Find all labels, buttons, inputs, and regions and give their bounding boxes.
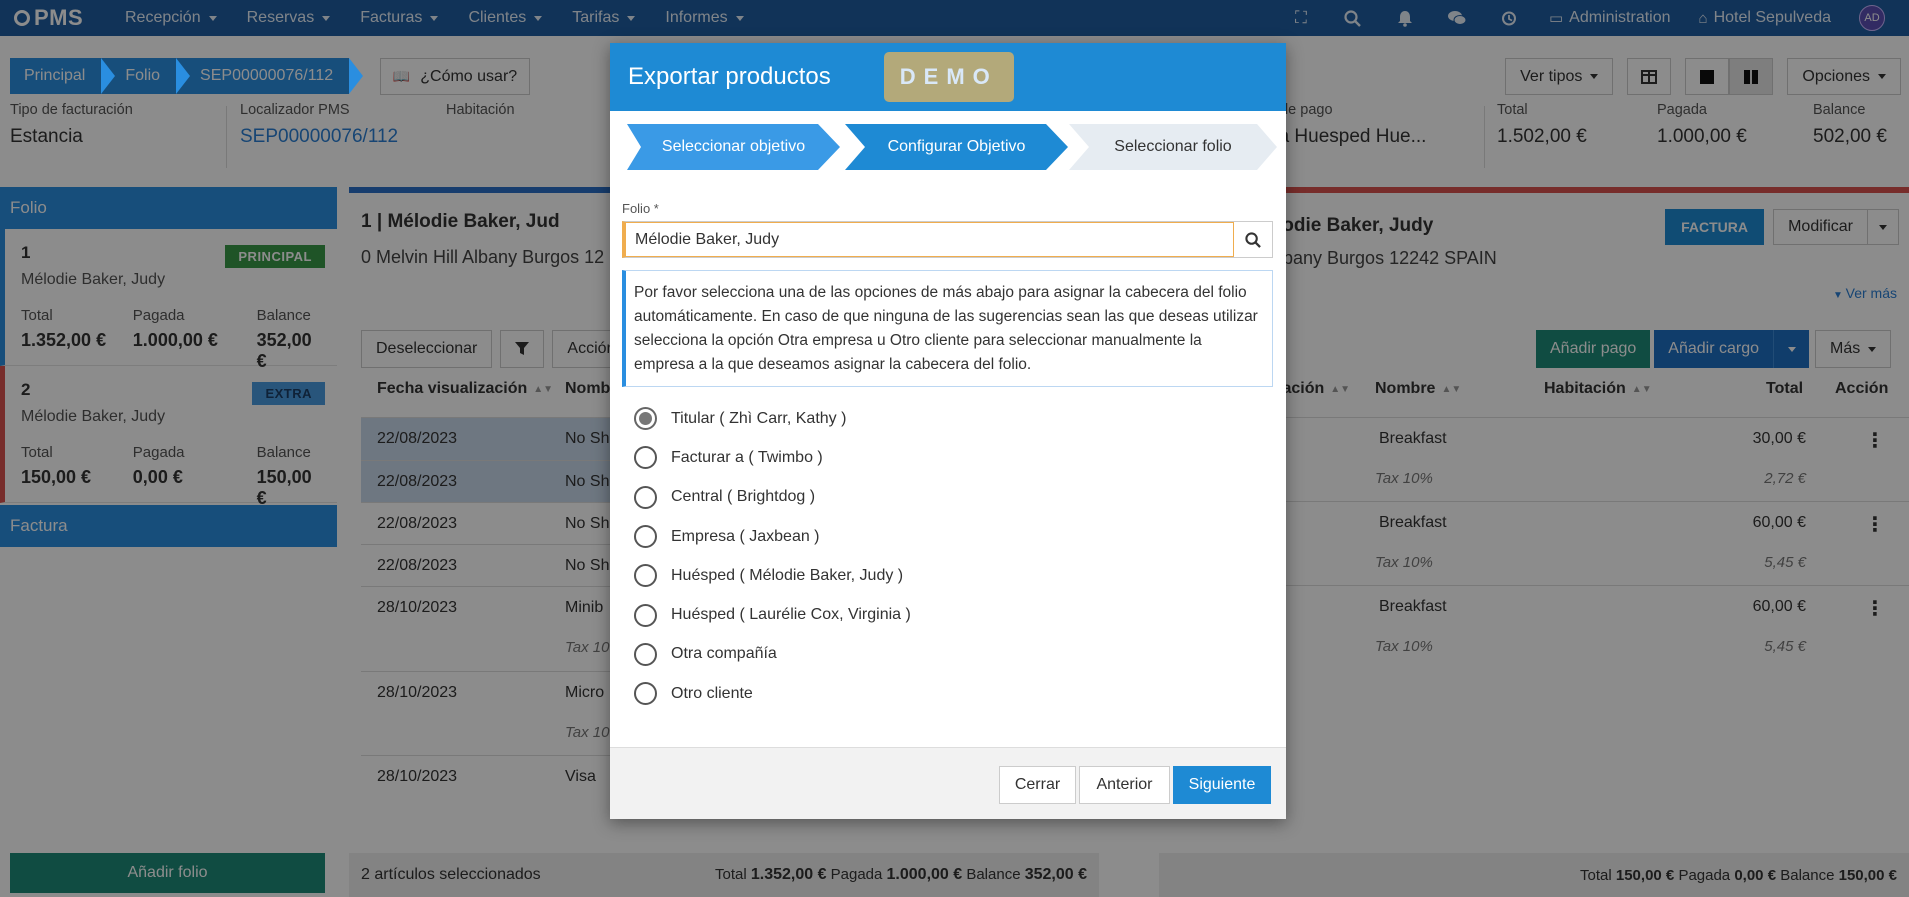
- option-facturar-a[interactable]: Facturar a ( Twimbo ): [634, 438, 911, 477]
- next-button[interactable]: Siguiente: [1173, 766, 1271, 804]
- radio-checked[interactable]: [634, 407, 657, 431]
- option-label: Central ( Brightdog ): [671, 488, 816, 506]
- search-icon: [1245, 231, 1261, 248]
- option-label: Huésped ( Mélodie Baker, Judy ): [671, 566, 904, 584]
- option-label: Empresa ( Jaxbean ): [671, 527, 820, 545]
- modal-title: Exportar productos: [628, 63, 831, 90]
- option-label: Facturar a ( Twimbo ): [671, 448, 823, 466]
- step-label: Seleccionar folio: [1114, 138, 1232, 155]
- option-otra-compania[interactable]: Otra compañía: [634, 635, 911, 674]
- option-central[interactable]: Central ( Brightdog ): [634, 478, 911, 517]
- radio[interactable]: [634, 642, 657, 666]
- info-notice: Por favor selecciona una de las opciones…: [622, 270, 1273, 387]
- option-label: Otro cliente: [671, 684, 753, 702]
- close-button[interactable]: Cerrar: [999, 766, 1076, 804]
- folio-field: Mélodie Baker, Judy: [622, 221, 1273, 258]
- radio[interactable]: [634, 485, 657, 509]
- modal-header: Exportar productos DEMO: [610, 43, 1286, 111]
- modal-footer: Cerrar Anterior Siguiente: [610, 747, 1286, 819]
- radio[interactable]: [634, 603, 657, 627]
- target-options: Titular ( Zhì Carr, Kathy ) Facturar a (…: [634, 399, 911, 713]
- option-huesped-2[interactable]: Huésped ( Laurélie Cox, Virginia ): [634, 595, 911, 634]
- option-empresa[interactable]: Empresa ( Jaxbean ): [634, 517, 911, 556]
- export-products-modal: Exportar productos DEMO Seleccionar obje…: [610, 43, 1286, 819]
- step-seleccionar-folio[interactable]: Seleccionar folio: [1069, 124, 1277, 170]
- step-label: Configurar Objetivo: [887, 138, 1026, 155]
- step-configurar-objetivo[interactable]: Configurar Objetivo: [845, 124, 1068, 170]
- folio-search-button[interactable]: [1234, 222, 1272, 257]
- option-label: Titular ( Zhì Carr, Kathy ): [671, 409, 847, 427]
- radio[interactable]: [634, 564, 657, 588]
- demo-badge: DEMO: [883, 52, 1014, 102]
- option-label: Huésped ( Laurélie Cox, Virginia ): [671, 606, 911, 624]
- folio-field-label: Folio *: [622, 201, 659, 216]
- option-huesped-1[interactable]: Huésped ( Mélodie Baker, Judy ): [634, 556, 911, 595]
- option-titular[interactable]: Titular ( Zhì Carr, Kathy ): [634, 399, 911, 438]
- option-label: Otra compañía: [671, 645, 777, 663]
- radio[interactable]: [634, 525, 657, 549]
- radio[interactable]: [634, 446, 657, 470]
- step-label: Seleccionar objetivo: [661, 138, 806, 155]
- step-seleccionar-objetivo[interactable]: Seleccionar objetivo: [627, 124, 840, 170]
- radio[interactable]: [634, 682, 657, 706]
- folio-input[interactable]: Mélodie Baker, Judy: [626, 222, 1234, 257]
- option-otro-cliente[interactable]: Otro cliente: [634, 674, 911, 713]
- wizard-steps: Seleccionar objetivo Configurar Objetivo…: [627, 124, 1277, 170]
- previous-button[interactable]: Anterior: [1079, 766, 1170, 804]
